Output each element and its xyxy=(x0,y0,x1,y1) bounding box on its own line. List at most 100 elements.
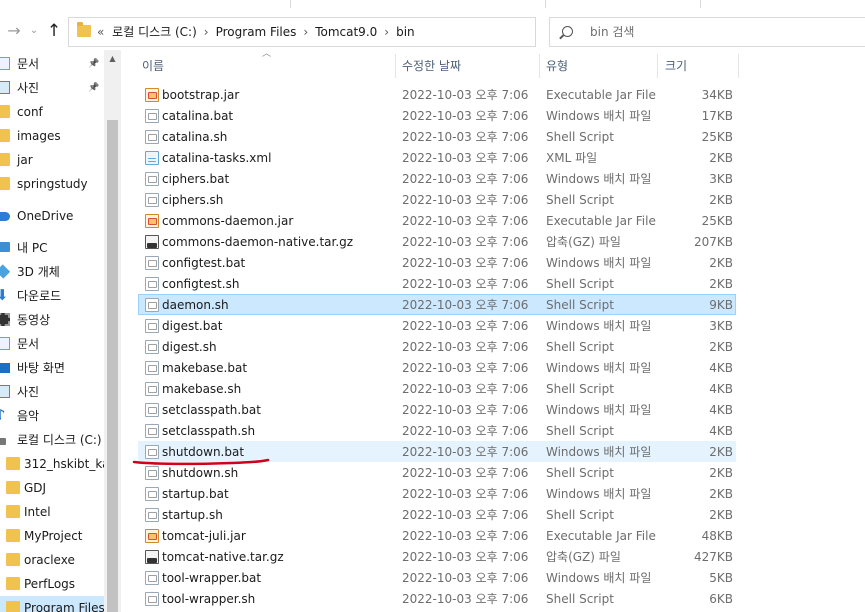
file-type: Shell Script xyxy=(546,466,614,480)
pin-icon[interactable]: 📌 xyxy=(88,76,99,100)
breadcrumb-item[interactable]: Tomcat9.0 xyxy=(315,25,377,39)
column-divider[interactable] xyxy=(395,54,396,78)
file-row[interactable]: tool-wrapper.bat 2022-10-03 오후 7:06 Window… xyxy=(138,567,736,588)
file-row[interactable]: ciphers.bat 2022-10-03 오후 7:06 Windows 배치 … xyxy=(138,168,736,189)
file-row[interactable]: setclasspath.bat 2022-10-03 오후 7:06 Window… xyxy=(138,399,736,420)
sidebar-item[interactable]: PerfLogs xyxy=(0,572,104,596)
column-divider[interactable] xyxy=(738,54,739,78)
file-row[interactable]: digest.bat 2022-10-03 오후 7:06 Windows 배치 파… xyxy=(138,315,736,336)
file-date: 2022-10-03 오후 7:06 xyxy=(402,571,529,585)
forward-button[interactable]: → xyxy=(4,20,24,42)
sidebar-item[interactable]: oraclexe xyxy=(0,548,104,572)
navigation-scrollbar[interactable]: ▲ xyxy=(104,50,121,612)
sidebar-item-label: springstudy xyxy=(17,177,88,191)
column-header-size[interactable]: 크기 xyxy=(665,52,687,80)
column-header-type[interactable]: 유형 xyxy=(546,52,568,80)
sidebar-item[interactable]: GDJ xyxy=(0,476,104,500)
file-type: XML 파일 xyxy=(546,151,598,165)
file-row[interactable]: catalina.sh 2022-10-03 오후 7:06 Shell Scrip… xyxy=(138,126,736,147)
sidebar-item[interactable]: 문서 📌 xyxy=(0,52,104,76)
music-icon: ♪ xyxy=(0,406,6,424)
column-divider[interactable] xyxy=(539,54,540,78)
sidebar-item[interactable]: ♪ 음악 xyxy=(0,404,104,428)
sidebar-item[interactable]: 문서 xyxy=(0,332,104,356)
scroll-up-arrow[interactable]: ▲ xyxy=(104,50,121,67)
file-size: 207KB xyxy=(693,235,733,249)
column-header-row: 이름 ︿ 수정한 날짜 유형 크기 xyxy=(130,49,865,80)
file-row[interactable]: setclasspath.sh 2022-10-03 오후 7:06 Shell S… xyxy=(138,420,736,441)
file-row[interactable]: configtest.sh 2022-10-03 오후 7:06 Shell Scr… xyxy=(138,273,736,294)
sidebar-item-label: 문서 xyxy=(17,337,40,351)
column-header-date[interactable]: 수정한 날짜 xyxy=(402,52,461,80)
sidebar-item-label: 사진 xyxy=(17,385,40,399)
sidebar-item[interactable]: springstudy xyxy=(0,172,104,196)
file-name: configtest.sh xyxy=(162,277,240,291)
sidebar-item[interactable]: 바탕 화면 xyxy=(0,356,104,380)
breadcrumb-item[interactable]: Program Files xyxy=(216,25,297,39)
bat-file-icon xyxy=(145,403,159,417)
file-row[interactable]: bootstrap.jar 2022-10-03 오후 7:06 Executabl… xyxy=(138,84,736,105)
file-row[interactable]: tool-wrapper.sh 2022-10-03 오후 7:06 Shell S… xyxy=(138,588,736,609)
sidebar-item[interactable]: conf xyxy=(0,100,104,124)
sidebar-item-label: OneDrive xyxy=(17,209,74,223)
sidebar-item-label: images xyxy=(17,129,61,143)
file-name: catalina.sh xyxy=(162,130,228,144)
file-name: setclasspath.sh xyxy=(162,424,256,438)
search-box[interactable]: bin 검색 xyxy=(549,17,865,47)
file-row[interactable]: commons-daemon.jar 2022-10-03 오후 7:06 Exec… xyxy=(138,210,736,231)
sidebar-item[interactable]: 로컬 디스크 (C:) xyxy=(0,428,104,452)
sidebar-item[interactable]: Program Files xyxy=(0,596,104,612)
sidebar-item[interactable]: 사진 📌 xyxy=(0,76,104,100)
file-size: 2KB xyxy=(709,487,733,501)
sidebar-item[interactable]: 312_hskibt_kad xyxy=(0,452,104,476)
file-row[interactable]: startup.sh 2022-10-03 오후 7:06 Shell Script… xyxy=(138,504,736,525)
pin-icon[interactable]: 📌 xyxy=(88,52,99,76)
file-row[interactable]: commons-daemon-native.tar.gz 2022-10-03 오… xyxy=(138,231,736,252)
bat-file-icon xyxy=(145,319,159,333)
chevron-right-icon[interactable]: › xyxy=(303,25,308,39)
sidebar-item[interactable]: 동영상 xyxy=(0,308,104,332)
up-button[interactable]: ↑ xyxy=(44,20,64,42)
red-underline-annotation xyxy=(132,458,270,466)
sidebar-item[interactable]: OneDrive xyxy=(0,204,104,228)
file-row[interactable]: makebase.bat 2022-10-03 오후 7:06 Windows 배치… xyxy=(138,357,736,378)
file-date: 2022-10-03 오후 7:06 xyxy=(402,235,529,249)
column-divider[interactable] xyxy=(657,54,658,78)
sidebar-item[interactable]: images xyxy=(0,124,104,148)
scrollbar-thumb[interactable] xyxy=(107,120,118,612)
chevron-right-icon[interactable]: › xyxy=(384,25,389,39)
videos-icon xyxy=(0,313,10,326)
address-row: → ⌄ ↑ « 로컬 디스크 (C:) › Program Files › Tomcat… xyxy=(0,14,865,50)
sidebar-item-label: 312_hskibt_kad xyxy=(24,457,104,471)
file-row[interactable]: catalina-tasks.xml 2022-10-03 오후 7:06 XML … xyxy=(138,147,736,168)
breadcrumb-item[interactable]: bin xyxy=(396,25,415,39)
file-size: 4KB xyxy=(709,361,733,375)
sidebar-item[interactable]: ⬇ 다운로드 xyxy=(0,284,104,308)
sidebar-item[interactable]: jar xyxy=(0,148,104,172)
file-row[interactable]: makebase.sh 2022-10-03 오후 7:06 Shell Scrip… xyxy=(138,378,736,399)
recent-locations-dropdown[interactable]: ⌄ xyxy=(24,20,44,42)
breadcrumb-overflow[interactable]: « xyxy=(97,25,104,39)
sidebar-item[interactable]: 사진 xyxy=(0,380,104,404)
file-date: 2022-10-03 오후 7:06 xyxy=(402,256,529,270)
file-row[interactable]: tomcat-juli.jar 2022-10-03 오후 7:06 Executa… xyxy=(138,525,736,546)
file-row[interactable]: catalina.bat 2022-10-03 오후 7:06 Windows 배치… xyxy=(138,105,736,126)
file-row[interactable]: ciphers.sh 2022-10-03 오후 7:06 Shell Script… xyxy=(138,189,736,210)
file-date: 2022-10-03 오후 7:06 xyxy=(402,340,529,354)
file-row[interactable]: configtest.bat 2022-10-03 오후 7:06 Windows … xyxy=(138,252,736,273)
sidebar-item[interactable]: Intel xyxy=(0,500,104,524)
sidebar-item[interactable]: 3D 개체 xyxy=(0,260,104,284)
file-row[interactable]: daemon.sh 2022-10-03 오후 7:06 Shell Script 9… xyxy=(138,294,736,315)
chevron-right-icon[interactable]: › xyxy=(204,25,209,39)
file-row[interactable]: tomcat-native.tar.gz 2022-10-03 오후 7:06 압축… xyxy=(138,546,736,567)
sidebar-item[interactable]: 내 PC xyxy=(0,236,104,260)
file-size: 2KB xyxy=(709,193,733,207)
file-name: digest.bat xyxy=(162,319,223,333)
address-bar[interactable]: « 로컬 디스크 (C:) › Program Files › Tomcat9.0 › bi… xyxy=(68,17,598,47)
column-header-name[interactable]: 이름 xyxy=(142,52,164,80)
file-type: Shell Script xyxy=(546,382,614,396)
breadcrumb-item[interactable]: 로컬 디스크 (C:) xyxy=(112,25,197,39)
sidebar-item[interactable]: MyProject xyxy=(0,524,104,548)
file-row[interactable]: digest.sh 2022-10-03 오후 7:06 Shell Script 2… xyxy=(138,336,736,357)
file-row[interactable]: startup.bat 2022-10-03 오후 7:06 Windows 배치 … xyxy=(138,483,736,504)
